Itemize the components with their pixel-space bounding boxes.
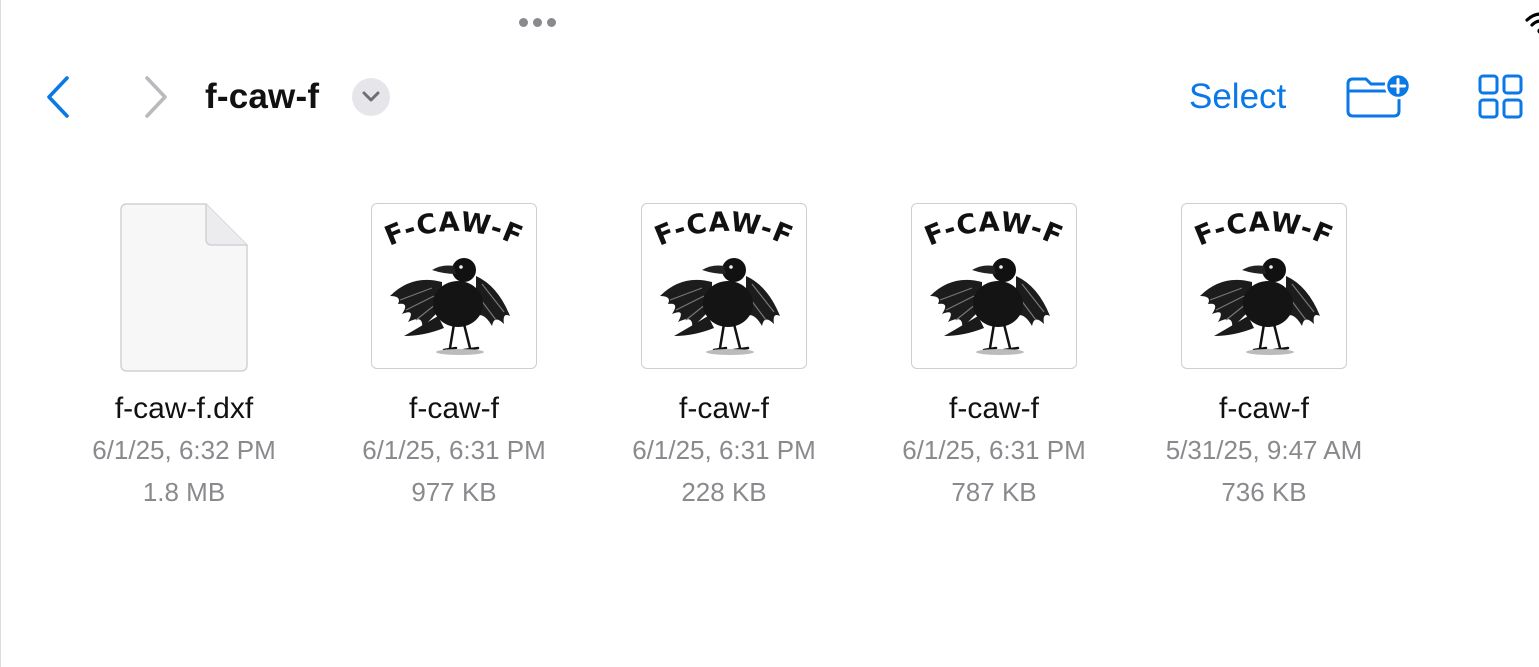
file-size: 228 KB <box>681 477 767 507</box>
svg-text:F-CAW-F: F-CAW-F <box>650 207 797 253</box>
chevron-down-icon <box>362 91 380 102</box>
file-size: 787 KB <box>951 477 1037 507</box>
image-thumbnail: F-CAW-F <box>911 203 1077 369</box>
svg-text:F-CAW-F: F-CAW-F <box>380 207 527 253</box>
new-folder-button[interactable] <box>1344 72 1412 120</box>
document-icon <box>120 203 248 372</box>
file-name: f-caw-f <box>679 392 769 425</box>
file-size: 977 KB <box>411 477 497 507</box>
file-date: 6/1/25, 6:31 PM <box>902 435 1086 465</box>
file-item[interactable]: F-CAW-F f-caw-f 6/1/25, 6:31 PM 228 KB <box>589 203 859 513</box>
file-item[interactable]: F-CAW-F f-caw-f 5/31/25, 9:47 AM 736 KB <box>1129 203 1399 513</box>
image-thumbnail: F-CAW-F <box>371 203 537 369</box>
grid-view-icon <box>1478 74 1523 119</box>
multitasking-menu-icon[interactable] <box>519 18 556 27</box>
back-button[interactable] <box>37 72 77 122</box>
file-item[interactable]: F-CAW-F f-caw-f 6/1/25, 6:31 PM 977 KB <box>319 203 589 513</box>
file-item[interactable]: f-caw-f.dxf 6/1/25, 6:32 PM 1.8 MB <box>49 203 319 513</box>
file-size: 736 KB <box>1221 477 1307 507</box>
crow-image: F-CAW-F <box>650 207 797 355</box>
file-date: 5/31/25, 9:47 AM <box>1165 435 1363 465</box>
svg-text:F-CAW-F: F-CAW-F <box>920 207 1067 253</box>
chevron-left-icon <box>47 76 69 118</box>
chevron-right-icon <box>145 76 167 118</box>
file-item[interactable]: F-CAW-F f-caw-f 6/1/25, 6:31 PM 787 KB <box>859 203 1129 513</box>
file-date: 6/1/25, 6:31 PM <box>362 435 546 465</box>
thumbnail-caption: F-CAW-F <box>650 207 796 253</box>
file-date: 6/1/25, 6:31 PM <box>632 435 816 465</box>
page-title: f-caw-f <box>205 77 320 116</box>
crow-image: F-CAW-F <box>1190 207 1337 355</box>
crow-image: F-CAW-F <box>380 207 527 355</box>
file-name: f-caw-f <box>409 392 499 425</box>
file-name: f-caw-f.dxf <box>114 392 254 425</box>
file-name: f-caw-f <box>949 392 1039 425</box>
wifi-icon <box>1525 10 1539 36</box>
title-menu-button[interactable] <box>352 78 390 116</box>
file-grid: f-caw-f.dxf 6/1/25, 6:32 PM 1.8 MB F-CAW… <box>49 203 1399 513</box>
image-thumbnail: F-CAW-F <box>1181 203 1347 369</box>
folder-badge-plus-icon <box>1346 72 1412 118</box>
crow-image: F-CAW-F <box>920 207 1067 355</box>
thumbnail-caption: F-CAW-F <box>920 207 1066 253</box>
file-size: 1.8 MB <box>142 477 226 507</box>
thumbnail-caption: F-CAW-F <box>1190 207 1336 253</box>
select-button[interactable]: Select <box>1189 74 1286 120</box>
grid-view-button[interactable] <box>1477 73 1525 121</box>
file-date: 6/1/25, 6:32 PM <box>92 435 276 465</box>
image-thumbnail: F-CAW-F <box>641 203 807 369</box>
thumbnail-caption: F-CAW-F <box>380 207 526 253</box>
file-name: f-caw-f <box>1219 392 1309 425</box>
files-app-screen: f-caw-f Select f-caw-f.dxf 6/1/25, 6:32 … <box>0 0 1539 667</box>
forward-button[interactable] <box>135 72 175 122</box>
svg-text:F-CAW-F: F-CAW-F <box>1190 207 1337 253</box>
